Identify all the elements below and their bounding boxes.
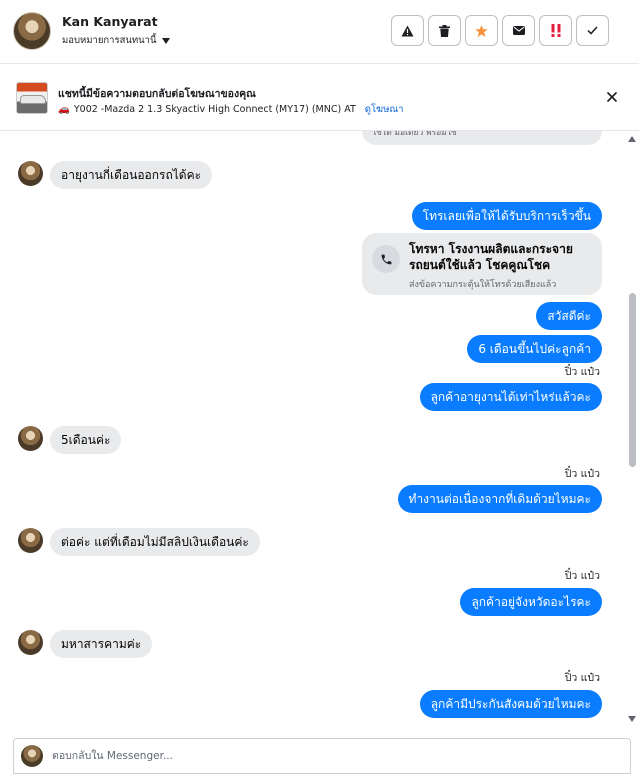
view-ad-link[interactable]: ดูโฆษณา bbox=[365, 102, 404, 117]
caret-down-icon bbox=[161, 37, 170, 44]
contact-avatar-small bbox=[18, 161, 43, 186]
assign-label: มอบหมายการสนทนานี้ bbox=[62, 35, 157, 46]
trash-icon bbox=[439, 24, 450, 37]
seen-receipt: ปิ๋ว แป๋ว bbox=[564, 366, 600, 378]
ad-banner-title: แชทนี้มีข้อความตอบกลับต่อโฆษณาของคุณ bbox=[58, 88, 256, 100]
previous-card-fragment: ใช้ได้ มือเดียว พร้อมใช้ bbox=[362, 131, 602, 145]
car-image bbox=[20, 95, 46, 104]
conversation-header: Kan Kanyarat มอบหมายการสนทนานี้ bbox=[0, 0, 639, 64]
envelope-icon bbox=[512, 26, 525, 35]
spam-button[interactable] bbox=[539, 15, 572, 46]
message-outgoing[interactable]: ลูกค้ามีประกันสังคมด้วยไหมคะ bbox=[419, 690, 602, 718]
thread-scrollbar[interactable] bbox=[627, 131, 639, 728]
ad-thumbnail[interactable] bbox=[16, 82, 48, 114]
message-thread[interactable]: ใช้ได้ มือเดียว พร้อมใช้ อายุงานกี่เดือน… bbox=[0, 131, 639, 728]
ad-reply-banner: แชทนี้มีข้อความตอบกลับต่อโฆษณาของคุณ 🚗 Y… bbox=[0, 65, 639, 131]
message-incoming[interactable]: อายุงานกี่เดือนออกรถได้คะ bbox=[50, 161, 213, 189]
checkmark-icon bbox=[587, 26, 598, 35]
close-icon bbox=[606, 91, 618, 103]
contact-avatar-small bbox=[18, 528, 43, 553]
message-outgoing[interactable]: 6 เดือนขึ้นไปค่ะลูกค้า bbox=[467, 335, 602, 363]
message-incoming[interactable]: 5เดือนค่ะ bbox=[50, 426, 122, 454]
message-incoming[interactable]: ต่อค่ะ แต่ที่เดือมไม่มีสลิปเงินเดือนค่ะ bbox=[50, 528, 260, 556]
seen-receipt: ปิ๋ว แป๋ว bbox=[564, 570, 600, 582]
ad-name: Y002 -Mazda 2 1.3 Skyactiv High Connect … bbox=[73, 104, 356, 115]
reply-composer bbox=[13, 738, 631, 774]
scroll-down-arrow-icon[interactable] bbox=[628, 716, 636, 722]
seen-receipt: ปิ๋ว แป๋ว bbox=[564, 468, 600, 480]
contact-avatar-small bbox=[18, 426, 43, 451]
close-banner-button[interactable] bbox=[604, 89, 620, 105]
contact-avatar-small bbox=[18, 630, 43, 655]
assign-conversation-dropdown[interactable]: มอบหมายการสนทนานี้ bbox=[62, 33, 170, 48]
message-outgoing[interactable]: ทำงานต่อเนื่องจากที่เดิมด้วยไหมคะ bbox=[397, 485, 602, 513]
mark-unread-button[interactable] bbox=[502, 15, 535, 46]
page-avatar bbox=[21, 745, 43, 767]
action-toolbar bbox=[391, 15, 609, 46]
call-card-subtitle: ส่งข้อความกระตุ้นให้โทรด้วยเสียงแล้ว bbox=[409, 280, 557, 290]
scrollbar-thumb[interactable] bbox=[629, 293, 636, 467]
call-request-card[interactable]: โทรหา โรงงานผลิตและกระจายรถยนต์ใช้แล้ว โ… bbox=[362, 233, 602, 295]
message-outgoing[interactable]: ลูกค้าอายุงานได้เท่าไหร่แล้วคะ bbox=[419, 383, 602, 411]
call-card-title: โทรหา โรงงานผลิตและกระจายรถยนต์ใช้แล้ว โ… bbox=[409, 242, 573, 272]
ad-details: 🚗 Y002 -Mazda 2 1.3 Skyactiv High Connec… bbox=[58, 102, 404, 117]
contact-name[interactable]: Kan Kanyarat bbox=[62, 14, 158, 29]
scroll-up-arrow-icon[interactable] bbox=[628, 136, 636, 142]
message-outgoing[interactable]: ลูกค้าอยู่จังหวัดอะไรคะ bbox=[460, 588, 602, 616]
phone-icon bbox=[372, 245, 400, 273]
message-outgoing[interactable]: สวัสดีค่ะ bbox=[536, 302, 602, 330]
reply-input[interactable] bbox=[52, 745, 612, 767]
delete-button[interactable] bbox=[428, 15, 461, 46]
star-button[interactable] bbox=[465, 15, 498, 46]
contact-avatar[interactable] bbox=[13, 12, 51, 50]
report-button[interactable] bbox=[391, 15, 424, 46]
done-button[interactable] bbox=[576, 15, 609, 46]
warning-icon bbox=[401, 25, 414, 36]
star-icon bbox=[475, 24, 488, 37]
car-emoji-icon: 🚗 bbox=[58, 104, 70, 115]
exclamation-icon bbox=[551, 24, 560, 37]
seen-receipt: ปิ๋ว แป๋ว bbox=[564, 672, 600, 684]
message-outgoing[interactable]: โทรเลยเพื่อให้ได้รับบริการเร็วขึ้น bbox=[411, 202, 602, 230]
message-incoming[interactable]: มหาสารคามค่ะ bbox=[50, 630, 153, 658]
